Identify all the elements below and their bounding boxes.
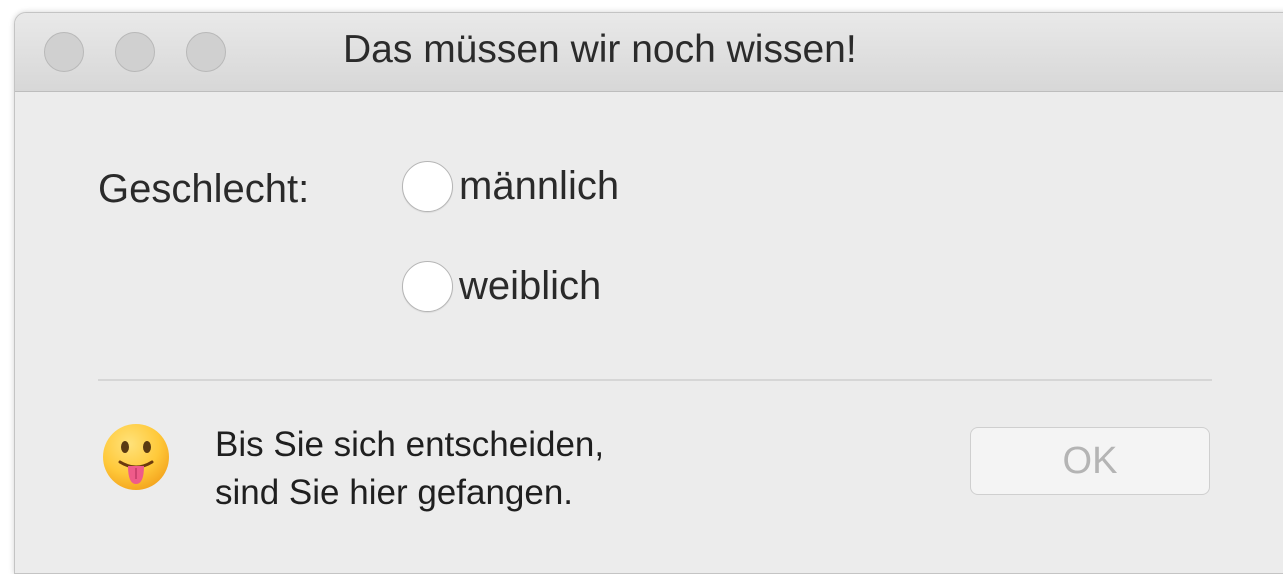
dialog-window: Das müssen wir noch wissen! Geschlecht: … xyxy=(14,12,1283,574)
title-bar[interactable]: Das müssen wir noch wissen! xyxy=(15,13,1283,92)
ok-button[interactable]: OK xyxy=(970,427,1210,495)
radio-option-maennlich[interactable]: männlich xyxy=(402,161,619,212)
radio-button-maennlich[interactable] xyxy=(402,161,453,212)
face-with-tongue-icon xyxy=(103,424,169,490)
info-message-line-2: sind Sie hier gefangen. xyxy=(215,473,574,512)
radio-label-maennlich[interactable]: männlich xyxy=(459,164,619,209)
radio-label-weiblich[interactable]: weiblich xyxy=(459,264,601,309)
minimize-button[interactable] xyxy=(115,32,155,72)
radio-option-weiblich[interactable]: weiblich xyxy=(402,261,601,312)
gender-label: Geschlecht: xyxy=(98,167,310,211)
radio-button-weiblich[interactable] xyxy=(402,261,453,312)
info-message-line-1: Bis Sie sich entscheiden, xyxy=(215,425,605,464)
separator xyxy=(98,379,1212,381)
zoom-button[interactable] xyxy=(186,32,226,72)
info-message: Bis Sie sich entscheiden, sind Sie hier … xyxy=(215,421,604,517)
close-button[interactable] xyxy=(44,32,84,72)
window-title: Das müssen wir noch wissen! xyxy=(343,28,857,71)
